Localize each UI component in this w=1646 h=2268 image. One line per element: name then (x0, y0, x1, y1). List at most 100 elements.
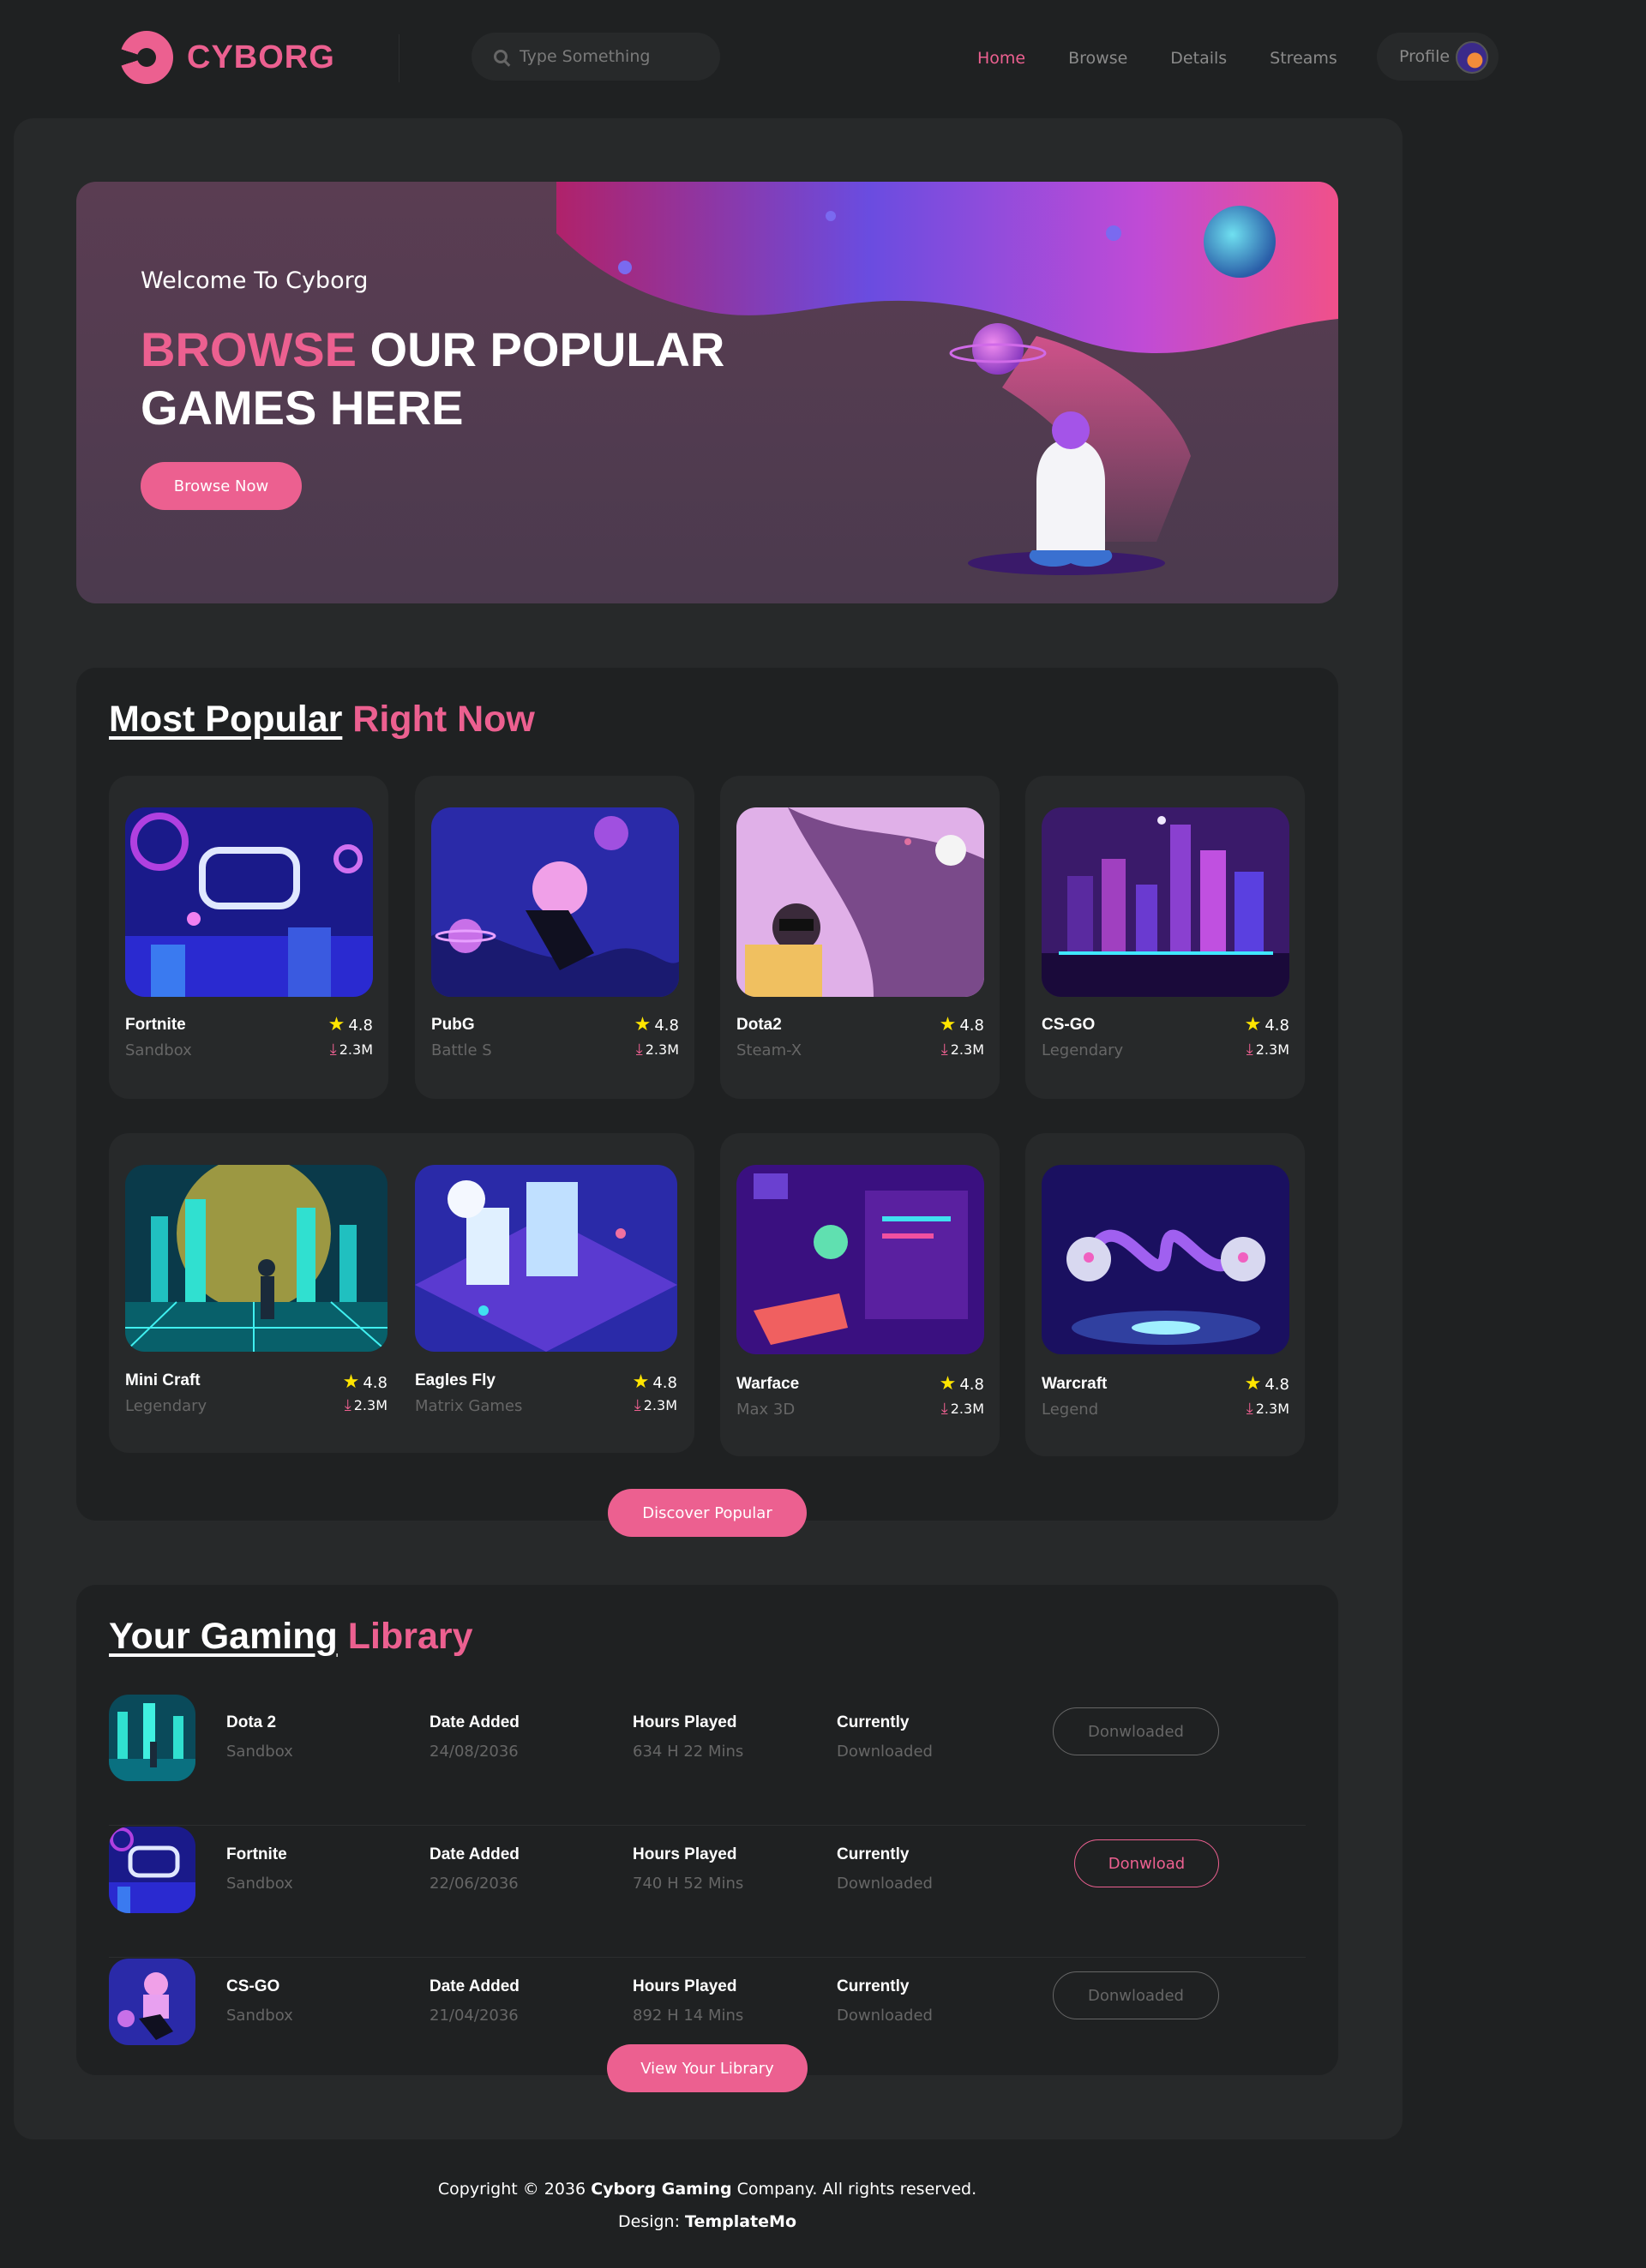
main-nav: Home Browse Details Streams (977, 0, 1380, 116)
library-thumbnail (109, 1695, 195, 1781)
star-icon: ★ (634, 1014, 652, 1035)
game-name: Warface (736, 1375, 800, 1393)
game-downloads: ⤓ 2.3M (1247, 1401, 1289, 1417)
game-thumbnail (1042, 807, 1289, 997)
downloads-value: 2.3M (950, 1401, 984, 1417)
nav-home[interactable]: Home (977, 49, 1025, 68)
hours-played-label: Hours Played (633, 1845, 737, 1863)
hours-played-value: 634 H 22 Mins (633, 1743, 744, 1761)
library-thumbnail (109, 1827, 195, 1913)
nav-browse[interactable]: Browse (1068, 49, 1127, 68)
design-link[interactable]: TemplateMo (685, 2212, 796, 2231)
downloads-value: 2.3M (1255, 1041, 1289, 1058)
date-added-label: Date Added (430, 1713, 520, 1731)
star-icon: ★ (1244, 1014, 1262, 1035)
banner-headline: BROWSE OUR POPULAR GAMES HERE (141, 321, 724, 437)
download-icon: ⤓ (1246, 1040, 1253, 1059)
library-date: Date Added 21/04/2036 (430, 1977, 520, 2025)
banner-headline-accent: BROWSE (141, 322, 357, 376)
game-category: Legendary (1042, 1041, 1124, 1059)
view-library-button[interactable]: View Your Library (607, 2044, 808, 2092)
search-icon (494, 50, 508, 63)
game-name: Warcraft (1042, 1375, 1108, 1393)
game-card-pair: Mini Craft Legendary ★ 4.8 ⤓ 2.3M Eagles F… (109, 1133, 694, 1453)
downloads-value: 2.3M (339, 1041, 373, 1058)
section-title-accent: Right Now (352, 699, 535, 740)
download-icon: ⤓ (634, 1395, 641, 1414)
discover-popular-button[interactable]: Discover Popular (608, 1489, 807, 1537)
hours-played-label: Hours Played (633, 1713, 737, 1731)
rating-value: 4.8 (363, 1373, 387, 1392)
star-icon: ★ (342, 1371, 360, 1393)
search-box[interactable] (472, 33, 720, 81)
downloaded-button[interactable]: Donwloaded (1053, 1971, 1219, 2019)
game-name: Dota2 (736, 1016, 782, 1034)
game-category: Steam-X (736, 1041, 802, 1059)
game-rating: ★ 4.8 (940, 1375, 984, 1394)
library-game-category: Sandbox (226, 1875, 293, 1893)
date-added-value: 24/08/2036 (430, 1743, 519, 1761)
header: CYBORG Home Browse Details Streams Profi… (0, 0, 1646, 116)
game-thumbnail (431, 807, 679, 997)
game-category: Matrix Games (415, 1397, 523, 1415)
browse-now-button[interactable]: Browse Now (141, 462, 302, 510)
game-card[interactable]: Warcraft Legend ★ 4.8 ⤓ 2.3M (1025, 1133, 1305, 1456)
downloads-value: 2.3M (643, 1397, 677, 1413)
game-card[interactable]: Fortnite Sandbox ★ 4.8 ⤓ 2.3M (109, 776, 388, 1099)
game-thumbnail (736, 807, 984, 997)
download-icon: ⤓ (344, 1395, 351, 1414)
star-icon: ★ (327, 1014, 345, 1035)
library-title: Your Gaming Library (109, 1616, 473, 1658)
status-value: Downloaded (837, 2007, 933, 2025)
game-rating: ★ 4.8 (328, 1016, 373, 1035)
game-downloads: ⤓ 2.3M (345, 1397, 387, 1413)
download-button[interactable]: Donwload (1074, 1839, 1219, 1887)
star-icon: ★ (939, 1373, 957, 1395)
game-card[interactable]: CS-GO Legendary ★ 4.8 ⤓ 2.3M (1025, 776, 1305, 1099)
library-hours: Hours Played 634 H 22 Mins (633, 1713, 743, 1761)
section-title-accent: Library (347, 1616, 473, 1657)
status-label: Currently (837, 1845, 910, 1863)
logo[interactable]: CYBORG (120, 31, 335, 84)
most-popular-section: Most Popular Right Now Fortnite Sandbox … (76, 668, 1338, 1537)
profile-button[interactable]: Profile (1377, 33, 1499, 81)
status-label: Currently (837, 1977, 910, 1995)
game-name: Fortnite (125, 1016, 186, 1034)
game-rating: ★ 4.8 (633, 1373, 677, 1392)
game-downloads: ⤓ 2.3M (1247, 1041, 1289, 1058)
banner-headline-line1: OUR POPULAR (357, 322, 725, 376)
banner-welcome: Welcome To Cyborg (141, 267, 369, 294)
library-date: Date Added 22/06/2036 (430, 1845, 520, 1893)
game-name: Eagles Fly (415, 1371, 496, 1389)
rating-value: 4.8 (1265, 1375, 1289, 1394)
library-hours: Hours Played 892 H 14 Mins (633, 1977, 743, 2025)
game-thumbnail (736, 1165, 984, 1354)
date-added-value: 22/06/2036 (430, 1875, 519, 1893)
library-row: Dota 2 Sandbox Date Added 24/08/2036 Hours… (109, 1695, 1306, 1826)
nav-details[interactable]: Details (1170, 49, 1227, 68)
copyright-prefix: Copyright © 2036 (437, 2180, 592, 2199)
section-title-main: Your Gaming (109, 1616, 338, 1657)
library-game: Fortnite Sandbox (226, 1845, 293, 1893)
game-card[interactable]: Dota2 Steam-X ★ 4.8 ⤓ 2.3M (720, 776, 1000, 1099)
downloaded-button[interactable]: Donwloaded (1053, 1707, 1219, 1755)
profile-label: Profile (1399, 47, 1451, 66)
library-game-category: Sandbox (226, 1743, 293, 1761)
downloads-value: 2.3M (645, 1041, 679, 1058)
library-game-name: Dota 2 (226, 1713, 277, 1731)
game-category: Battle S (431, 1041, 492, 1059)
nav-streams[interactable]: Streams (1270, 49, 1337, 68)
rating-value: 4.8 (1265, 1016, 1289, 1035)
library-row: Fortnite Sandbox Date Added 22/06/2036 Hou… (109, 1827, 1306, 1958)
game-rating: ★ 4.8 (1245, 1375, 1289, 1394)
library-thumbnail (109, 1959, 195, 2045)
copyright-line: Copyright © 2036 Cyborg Gaming Company. … (0, 2173, 1415, 2205)
footer: Copyright © 2036 Cyborg Gaming Company. … (0, 2173, 1415, 2238)
avatar (1456, 41, 1488, 74)
game-card[interactable]: Warface Max 3D ★ 4.8 ⤓ 2.3M (720, 1133, 1000, 1456)
search-input[interactable] (520, 47, 708, 66)
library-status: Currently Downloaded (837, 1845, 933, 1893)
game-card[interactable]: PubG Battle S ★ 4.8 ⤓ 2.3M (415, 776, 694, 1099)
game-category: Sandbox (125, 1041, 192, 1059)
rating-value: 4.8 (959, 1016, 984, 1035)
